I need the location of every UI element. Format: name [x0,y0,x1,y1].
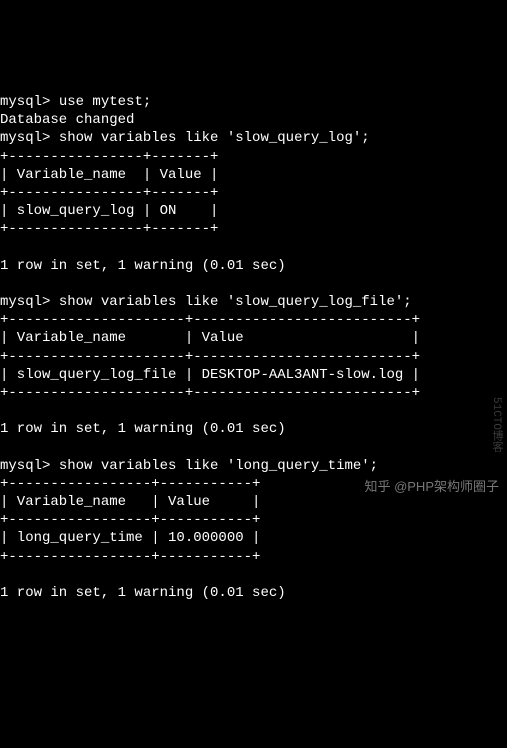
prompt: mysql> [0,294,50,310]
watermark-side: 51CTO博客 [489,397,503,452]
command-use: use mytest; [59,94,151,110]
table2-sep: +---------------------+-----------------… [0,385,420,401]
prompt: mysql> [0,94,50,110]
use-result: Database changed [0,112,134,128]
table3-header: | Variable_name | Value | [0,494,260,510]
table1-sep: +----------------+-------+ [0,149,218,165]
row-summary: 1 row in set, 1 warning (0.01 sec) [0,421,286,437]
table1-sep: +----------------+-------+ [0,221,218,237]
table2-header: | Variable_name | Value | [0,330,420,346]
table1-sep: +----------------+-------+ [0,185,218,201]
table2-sep: +---------------------+-----------------… [0,349,420,365]
table3-row: | long_query_time | 10.000000 | [0,530,260,546]
row-summary: 1 row in set, 1 warning (0.01 sec) [0,585,286,601]
prompt: mysql> [0,458,50,474]
row-summary: 1 row in set, 1 warning (0.01 sec) [0,258,286,274]
watermark-bottom: 知乎 @PHP架构师圈子 [364,479,499,496]
table2-row: | slow_query_log_file | DESKTOP-AAL3ANT-… [0,367,420,383]
command-query3: show variables like 'long_query_time'; [59,458,378,474]
table3-sep: +-----------------+-----------+ [0,476,260,492]
table2-sep: +---------------------+-----------------… [0,312,420,328]
terminal-output: mysql> use mytest; Database changed mysq… [0,73,507,602]
table1-row: | slow_query_log | ON | [0,203,218,219]
table1-header: | Variable_name | Value | [0,167,218,183]
table3-sep: +-----------------+-----------+ [0,549,260,565]
command-query1: show variables like 'slow_query_log'; [59,130,370,146]
prompt: mysql> [0,130,50,146]
table3-sep: +-----------------+-----------+ [0,512,260,528]
command-query2: show variables like 'slow_query_log_file… [59,294,412,310]
